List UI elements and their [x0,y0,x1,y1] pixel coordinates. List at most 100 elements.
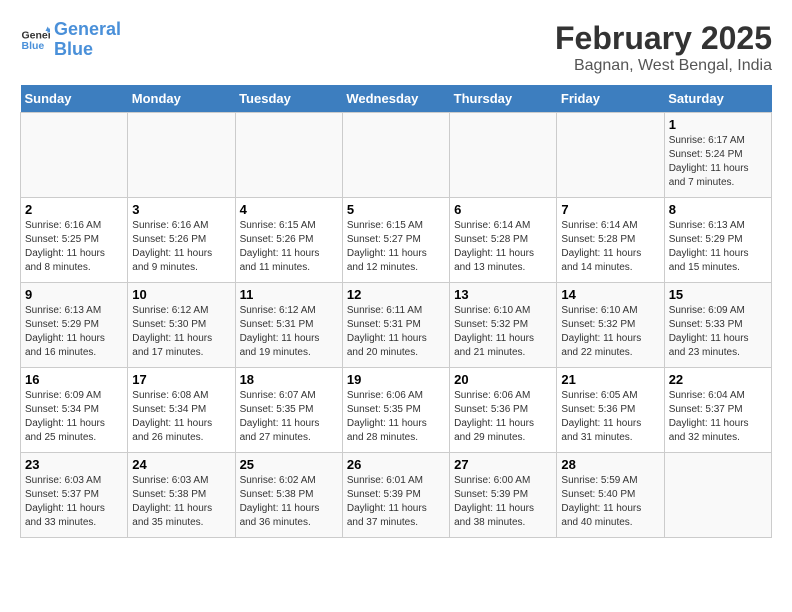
calendar-cell: 13Sunrise: 6:10 AM Sunset: 5:32 PM Dayli… [450,283,557,368]
day-number: 4 [240,202,338,217]
day-info: Sunrise: 6:10 AM Sunset: 5:32 PM Dayligh… [454,304,552,360]
calendar-cell: 3 Sunrise: 6:16 AM Sunset: 5:26 PM Daylig… [128,198,235,283]
day-info: Sunrise: 6:07 AM Sunset: 5:35 PM Dayligh… [240,389,338,445]
location-title: Bagnan, West Bengal, India [555,57,772,75]
logo-icon: General Blue [20,25,50,55]
day-info: Sunrise: 6:00 AM Sunset: 5:39 PM Dayligh… [454,474,552,530]
day-number: 6 [454,202,552,217]
calendar-body: 1 Sunrise: 6:17 AM Sunset: 5:24 PM Daylig… [21,113,772,538]
day-info: Sunrise: 6:15 AM Sunset: 5:27 PM Dayligh… [347,219,445,275]
day-number: 21 [561,372,659,387]
calendar-week-1: 1 Sunrise: 6:17 AM Sunset: 5:24 PM Daylig… [21,113,772,198]
calendar-cell: 7Sunrise: 6:14 AM Sunset: 5:28 PM Daylig… [557,198,664,283]
calendar-cell [450,113,557,198]
calendar-cell [342,113,449,198]
day-info: Sunrise: 6:13 AM Sunset: 5:29 PM Dayligh… [25,304,123,360]
day-number: 19 [347,372,445,387]
calendar-week-2: 2 Sunrise: 6:16 AM Sunset: 5:25 PM Daylig… [21,198,772,283]
day-number: 26 [347,457,445,472]
title-block: February 2025 Bagnan, West Bengal, India [555,20,772,75]
logo-general: General [54,19,121,39]
calendar-cell: 21 Sunrise: 6:05 AM Sunset: 5:36 PM Dayli… [557,368,664,453]
calendar-cell: 28 Sunrise: 5:59 AM Sunset: 5:40 PM Dayli… [557,453,664,538]
calendar-table: SundayMondayTuesdayWednesdayThursdayFrid… [20,85,772,538]
day-info: Sunrise: 6:13 AM Sunset: 5:29 PM Dayligh… [669,219,767,275]
weekday-header-wednesday: Wednesday [342,85,449,113]
calendar-week-4: 16 Sunrise: 6:09 AM Sunset: 5:34 PM Dayli… [21,368,772,453]
calendar-cell: 20 Sunrise: 6:06 AM Sunset: 5:36 PM Dayli… [450,368,557,453]
calendar-cell: 4 Sunrise: 6:15 AM Sunset: 5:26 PM Daylig… [235,198,342,283]
calendar-cell [235,113,342,198]
day-info: Sunrise: 6:03 AM Sunset: 5:37 PM Dayligh… [25,474,123,530]
calendar-cell: 14Sunrise: 6:10 AM Sunset: 5:32 PM Dayli… [557,283,664,368]
day-info: Sunrise: 6:15 AM Sunset: 5:26 PM Dayligh… [240,219,338,275]
day-number: 3 [132,202,230,217]
calendar-cell: 8 Sunrise: 6:13 AM Sunset: 5:29 PM Daylig… [664,198,771,283]
day-info: Sunrise: 5:59 AM Sunset: 5:40 PM Dayligh… [561,474,659,530]
day-number: 2 [25,202,123,217]
logo: General Blue General Blue [20,20,121,60]
calendar-cell [664,453,771,538]
day-info: Sunrise: 6:08 AM Sunset: 5:34 PM Dayligh… [132,389,230,445]
calendar-cell: 19 Sunrise: 6:06 AM Sunset: 5:35 PM Dayli… [342,368,449,453]
calendar-cell: 27Sunrise: 6:00 AM Sunset: 5:39 PM Dayli… [450,453,557,538]
day-info: Sunrise: 6:14 AM Sunset: 5:28 PM Dayligh… [561,219,659,275]
day-info: Sunrise: 6:05 AM Sunset: 5:36 PM Dayligh… [561,389,659,445]
logo-blue: Blue [54,39,93,59]
calendar-week-5: 23 Sunrise: 6:03 AM Sunset: 5:37 PM Dayli… [21,453,772,538]
calendar-cell: 22 Sunrise: 6:04 AM Sunset: 5:37 PM Dayli… [664,368,771,453]
calendar-cell: 15 Sunrise: 6:09 AM Sunset: 5:33 PM Dayli… [664,283,771,368]
calendar-cell: 11Sunrise: 6:12 AM Sunset: 5:31 PM Dayli… [235,283,342,368]
day-info: Sunrise: 6:06 AM Sunset: 5:36 PM Dayligh… [454,389,552,445]
calendar-cell: 23 Sunrise: 6:03 AM Sunset: 5:37 PM Dayli… [21,453,128,538]
calendar-week-3: 9 Sunrise: 6:13 AM Sunset: 5:29 PM Daylig… [21,283,772,368]
day-number: 23 [25,457,123,472]
day-number: 15 [669,287,767,302]
day-info: Sunrise: 6:09 AM Sunset: 5:34 PM Dayligh… [25,389,123,445]
calendar-cell: 10 Sunrise: 6:12 AM Sunset: 5:30 PM Dayli… [128,283,235,368]
page-header: General Blue General Blue February 2025 … [20,20,772,75]
weekday-header-friday: Friday [557,85,664,113]
calendar-cell: 2 Sunrise: 6:16 AM Sunset: 5:25 PM Daylig… [21,198,128,283]
day-number: 20 [454,372,552,387]
day-number: 11 [240,287,338,302]
day-number: 22 [669,372,767,387]
svg-text:Blue: Blue [22,40,45,52]
day-info: Sunrise: 6:17 AM Sunset: 5:24 PM Dayligh… [669,134,767,190]
calendar-cell [557,113,664,198]
calendar-cell: 1 Sunrise: 6:17 AM Sunset: 5:24 PM Daylig… [664,113,771,198]
calendar-cell: 17Sunrise: 6:08 AM Sunset: 5:34 PM Dayli… [128,368,235,453]
day-number: 16 [25,372,123,387]
logo-text: General Blue [54,20,121,60]
month-title: February 2025 [555,20,772,57]
day-number: 12 [347,287,445,302]
day-info: Sunrise: 6:12 AM Sunset: 5:30 PM Dayligh… [132,304,230,360]
calendar-cell [128,113,235,198]
day-info: Sunrise: 6:16 AM Sunset: 5:25 PM Dayligh… [25,219,123,275]
calendar-cell [21,113,128,198]
day-number: 5 [347,202,445,217]
day-number: 8 [669,202,767,217]
calendar-cell: 16 Sunrise: 6:09 AM Sunset: 5:34 PM Dayli… [21,368,128,453]
day-info: Sunrise: 6:16 AM Sunset: 5:26 PM Dayligh… [132,219,230,275]
day-info: Sunrise: 6:04 AM Sunset: 5:37 PM Dayligh… [669,389,767,445]
day-info: Sunrise: 6:06 AM Sunset: 5:35 PM Dayligh… [347,389,445,445]
day-number: 18 [240,372,338,387]
weekday-header-thursday: Thursday [450,85,557,113]
day-number: 10 [132,287,230,302]
calendar-header: SundayMondayTuesdayWednesdayThursdayFrid… [21,85,772,113]
day-info: Sunrise: 6:09 AM Sunset: 5:33 PM Dayligh… [669,304,767,360]
calendar-cell: 9 Sunrise: 6:13 AM Sunset: 5:29 PM Daylig… [21,283,128,368]
day-number: 9 [25,287,123,302]
weekday-header-monday: Monday [128,85,235,113]
calendar-cell: 24Sunrise: 6:03 AM Sunset: 5:38 PM Dayli… [128,453,235,538]
day-info: Sunrise: 6:14 AM Sunset: 5:28 PM Dayligh… [454,219,552,275]
day-number: 28 [561,457,659,472]
calendar-cell: 5 Sunrise: 6:15 AM Sunset: 5:27 PM Daylig… [342,198,449,283]
day-info: Sunrise: 6:11 AM Sunset: 5:31 PM Dayligh… [347,304,445,360]
calendar-cell: 12 Sunrise: 6:11 AM Sunset: 5:31 PM Dayli… [342,283,449,368]
weekday-header-tuesday: Tuesday [235,85,342,113]
day-number: 1 [669,117,767,132]
calendar-cell: 26Sunrise: 6:01 AM Sunset: 5:39 PM Dayli… [342,453,449,538]
day-number: 14 [561,287,659,302]
